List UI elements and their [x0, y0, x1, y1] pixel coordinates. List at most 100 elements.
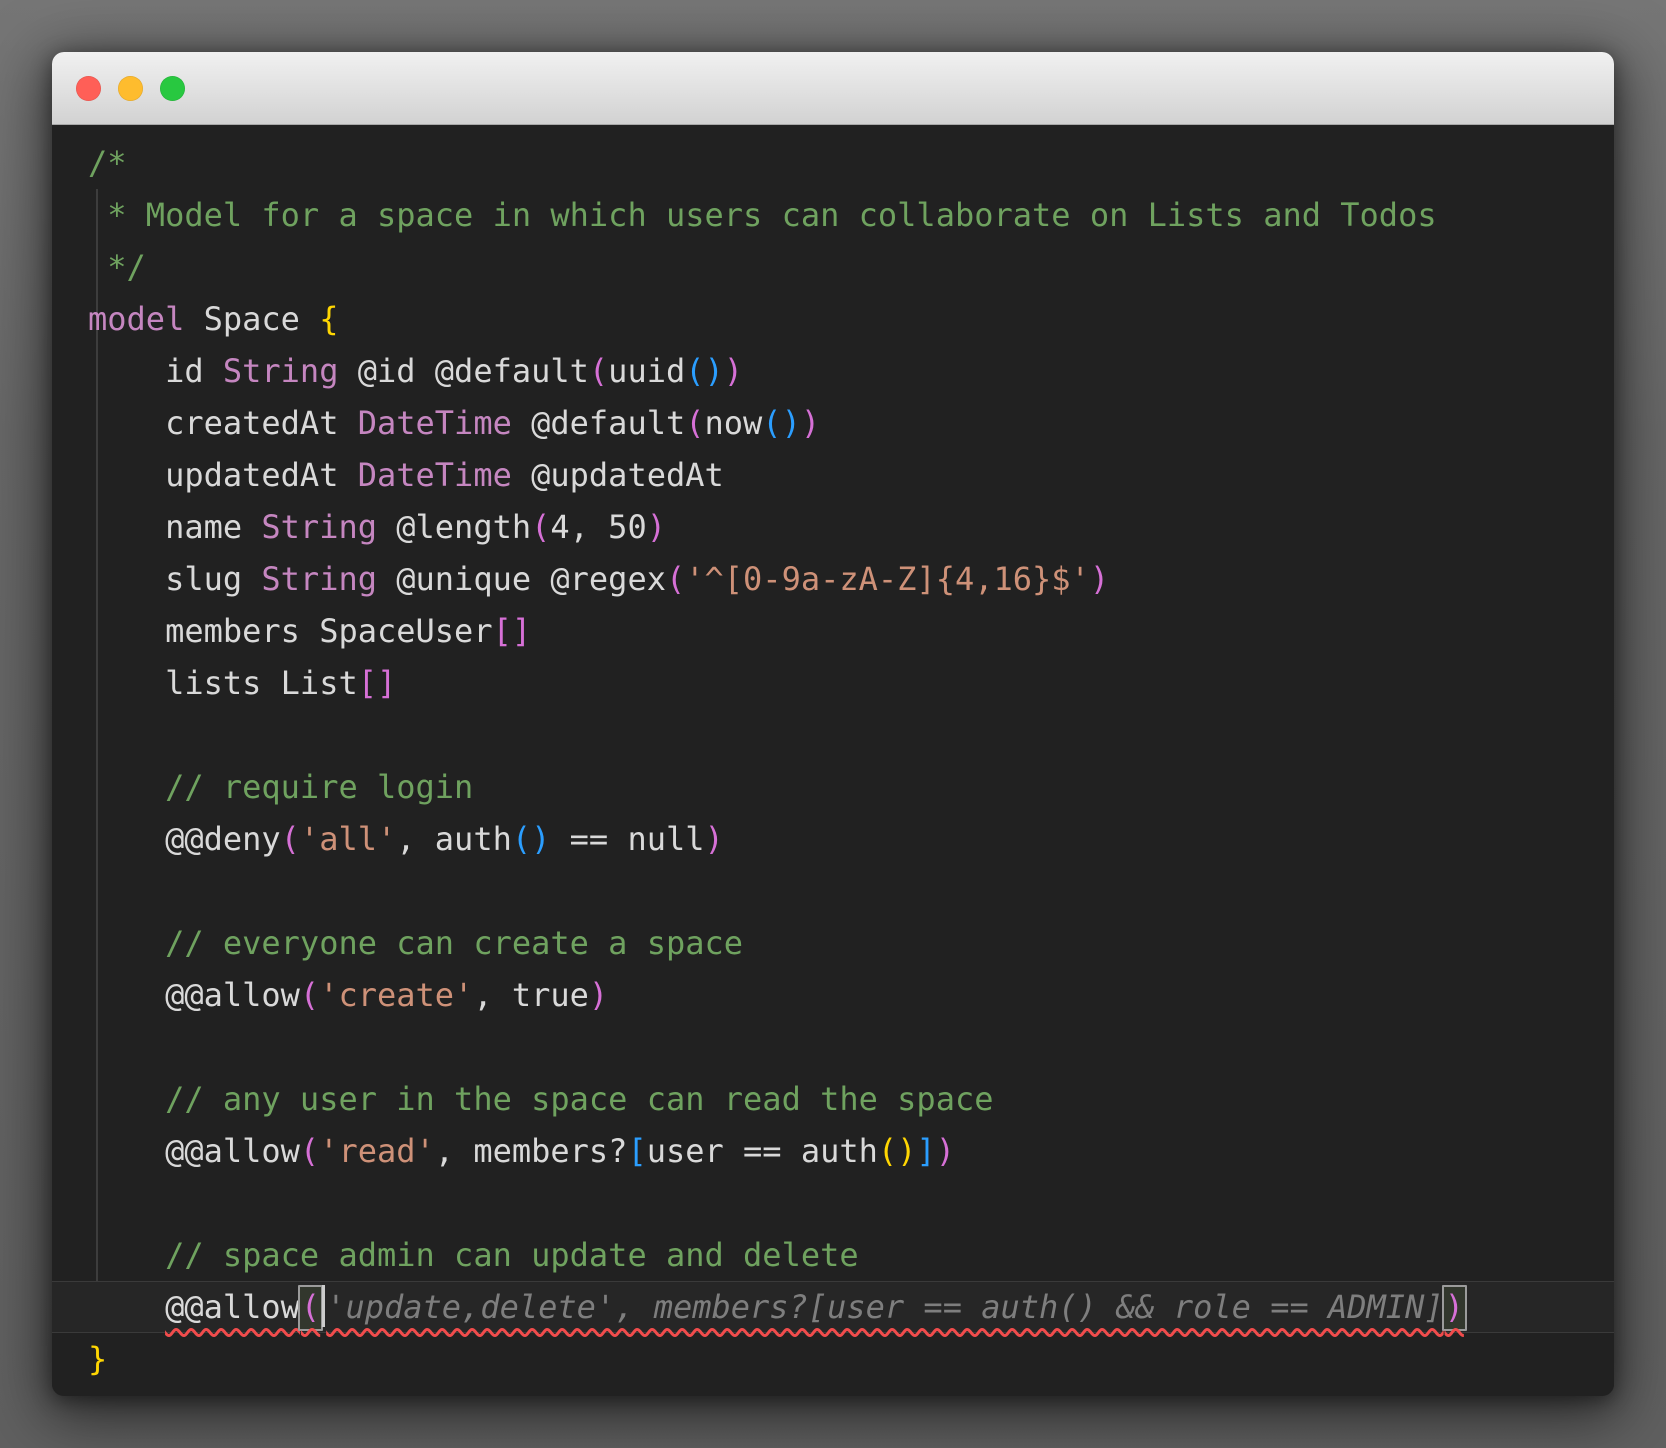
code-line: // everyone can create a space [52, 917, 1614, 969]
code-token: ( [299, 976, 320, 1014]
code-token: @unique @regex [376, 560, 666, 598]
code-token: () [762, 404, 801, 442]
window-titlebar[interactable] [52, 52, 1614, 125]
code-token: 'create' [319, 976, 474, 1014]
zoom-button[interactable] [160, 75, 185, 101]
code-line: } [52, 1333, 1614, 1385]
code-token: ] [916, 1132, 936, 1170]
minimize-button[interactable] [118, 75, 143, 101]
code-line: createdAt DateTime @default(now()) [52, 397, 1614, 449]
code-token: ( [588, 352, 609, 390]
code-token: // any user in the space can read the sp… [165, 1080, 994, 1118]
text-cursor [322, 1285, 326, 1327]
code-token: 'all' [299, 820, 397, 858]
code-line: // space admin can update and delete [52, 1229, 1614, 1281]
code-line-current: @@allow('update,delete', members?[user =… [52, 1281, 1614, 1333]
code-token: members SpaceUser [88, 612, 493, 650]
code-token: ( [685, 404, 705, 442]
code-line: // require login [52, 761, 1614, 813]
code-editor[interactable]: /* * Model for a space in which users ca… [52, 125, 1614, 1395]
code-line: @@allow('create', true) [52, 969, 1614, 1021]
code-token: ) [704, 820, 724, 858]
code-token: , members? [434, 1132, 628, 1170]
code-line: @@deny('all', auth() == null) [52, 813, 1614, 865]
code-token: @@allow [88, 1132, 300, 1170]
code-token: // require login [165, 768, 474, 806]
code-line: name String @length(4, 50) [52, 501, 1614, 553]
code-token: [] [492, 612, 532, 650]
code-token: /* [88, 144, 127, 182]
code-token: '^[0-9a-zA-Z]{4,16}$' [685, 560, 1090, 598]
code-token: DateTime [357, 456, 512, 494]
code-token: } [88, 1340, 108, 1378]
code-token: @@allow [88, 976, 300, 1014]
code-token: @length [376, 508, 532, 546]
code-token: 'read' [319, 1132, 435, 1170]
code-token: ( [531, 508, 551, 546]
code-token: == null [550, 820, 705, 858]
code-token: Space [203, 300, 320, 338]
code-line: slug String @unique @regex('^[0-9a-zA-Z]… [52, 553, 1614, 605]
bracket-match-close: ) [1441, 1285, 1467, 1331]
code-token: ) [588, 976, 609, 1014]
code-token: , auth [396, 820, 512, 858]
code-token: slug [88, 560, 262, 598]
bracket-match-open: ( [297, 1285, 324, 1331]
code-token: ) [935, 1132, 955, 1170]
code-token: 4, 50 [550, 508, 647, 546]
code-token: lists List [88, 664, 358, 702]
code-token: @default [511, 404, 686, 442]
code-line: // any user in the space can read the sp… [52, 1073, 1614, 1125]
code-token: user == auth [646, 1132, 878, 1170]
code-token: model [88, 300, 204, 338]
code-token: ( [665, 560, 686, 598]
code-token: DateTime [357, 404, 512, 442]
code-line: */ [52, 241, 1614, 293]
code-token: // everyone can create a space [165, 924, 744, 962]
code-token: ( [299, 1132, 320, 1170]
error-squiggle: @@allow('update,delete', members?[user =… [165, 1285, 1467, 1331]
code-token: () [511, 820, 551, 858]
code-token: updatedAt [88, 456, 358, 494]
code-token: @id @default [338, 352, 589, 390]
close-button[interactable] [76, 75, 101, 101]
code-token: name [88, 508, 262, 546]
code-line: * Model for a space in which users can c… [52, 189, 1614, 241]
code-token: ( [280, 820, 300, 858]
code-token: [ [627, 1132, 647, 1170]
code-line: lists List[] [52, 657, 1614, 709]
code-token: , true [473, 976, 589, 1014]
code-token: ) [1089, 560, 1110, 598]
inline-suggestion: 'update,delete', members?[user == auth()… [326, 1288, 1444, 1326]
code-token: () [685, 352, 724, 390]
code-line: members SpaceUser[] [52, 605, 1614, 657]
code-line: /* [52, 137, 1614, 189]
code-token: String [261, 560, 377, 598]
code-token: String [261, 508, 377, 546]
code-token: @updatedAt [511, 456, 724, 494]
code-token: */ [88, 248, 146, 286]
code-token: now [704, 404, 763, 442]
desktop-background: /* * Model for a space in which users ca… [0, 0, 1666, 1448]
code-token: { [319, 300, 339, 338]
code-token: ) [646, 508, 666, 546]
code-token: uuid [608, 352, 686, 390]
code-line: id String @id @default(uuid()) [52, 345, 1614, 397]
code-token: () [877, 1132, 917, 1170]
code-token: String [222, 352, 339, 390]
code-token: * Model for a space in which users can c… [88, 196, 1437, 234]
code-token: @@allow [165, 1288, 300, 1326]
code-token: id [88, 352, 223, 390]
code-token: // space admin can update and delete [165, 1236, 859, 1274]
editor-window: /* * Model for a space in which users ca… [52, 52, 1614, 1396]
code-token: @@deny [88, 820, 281, 858]
